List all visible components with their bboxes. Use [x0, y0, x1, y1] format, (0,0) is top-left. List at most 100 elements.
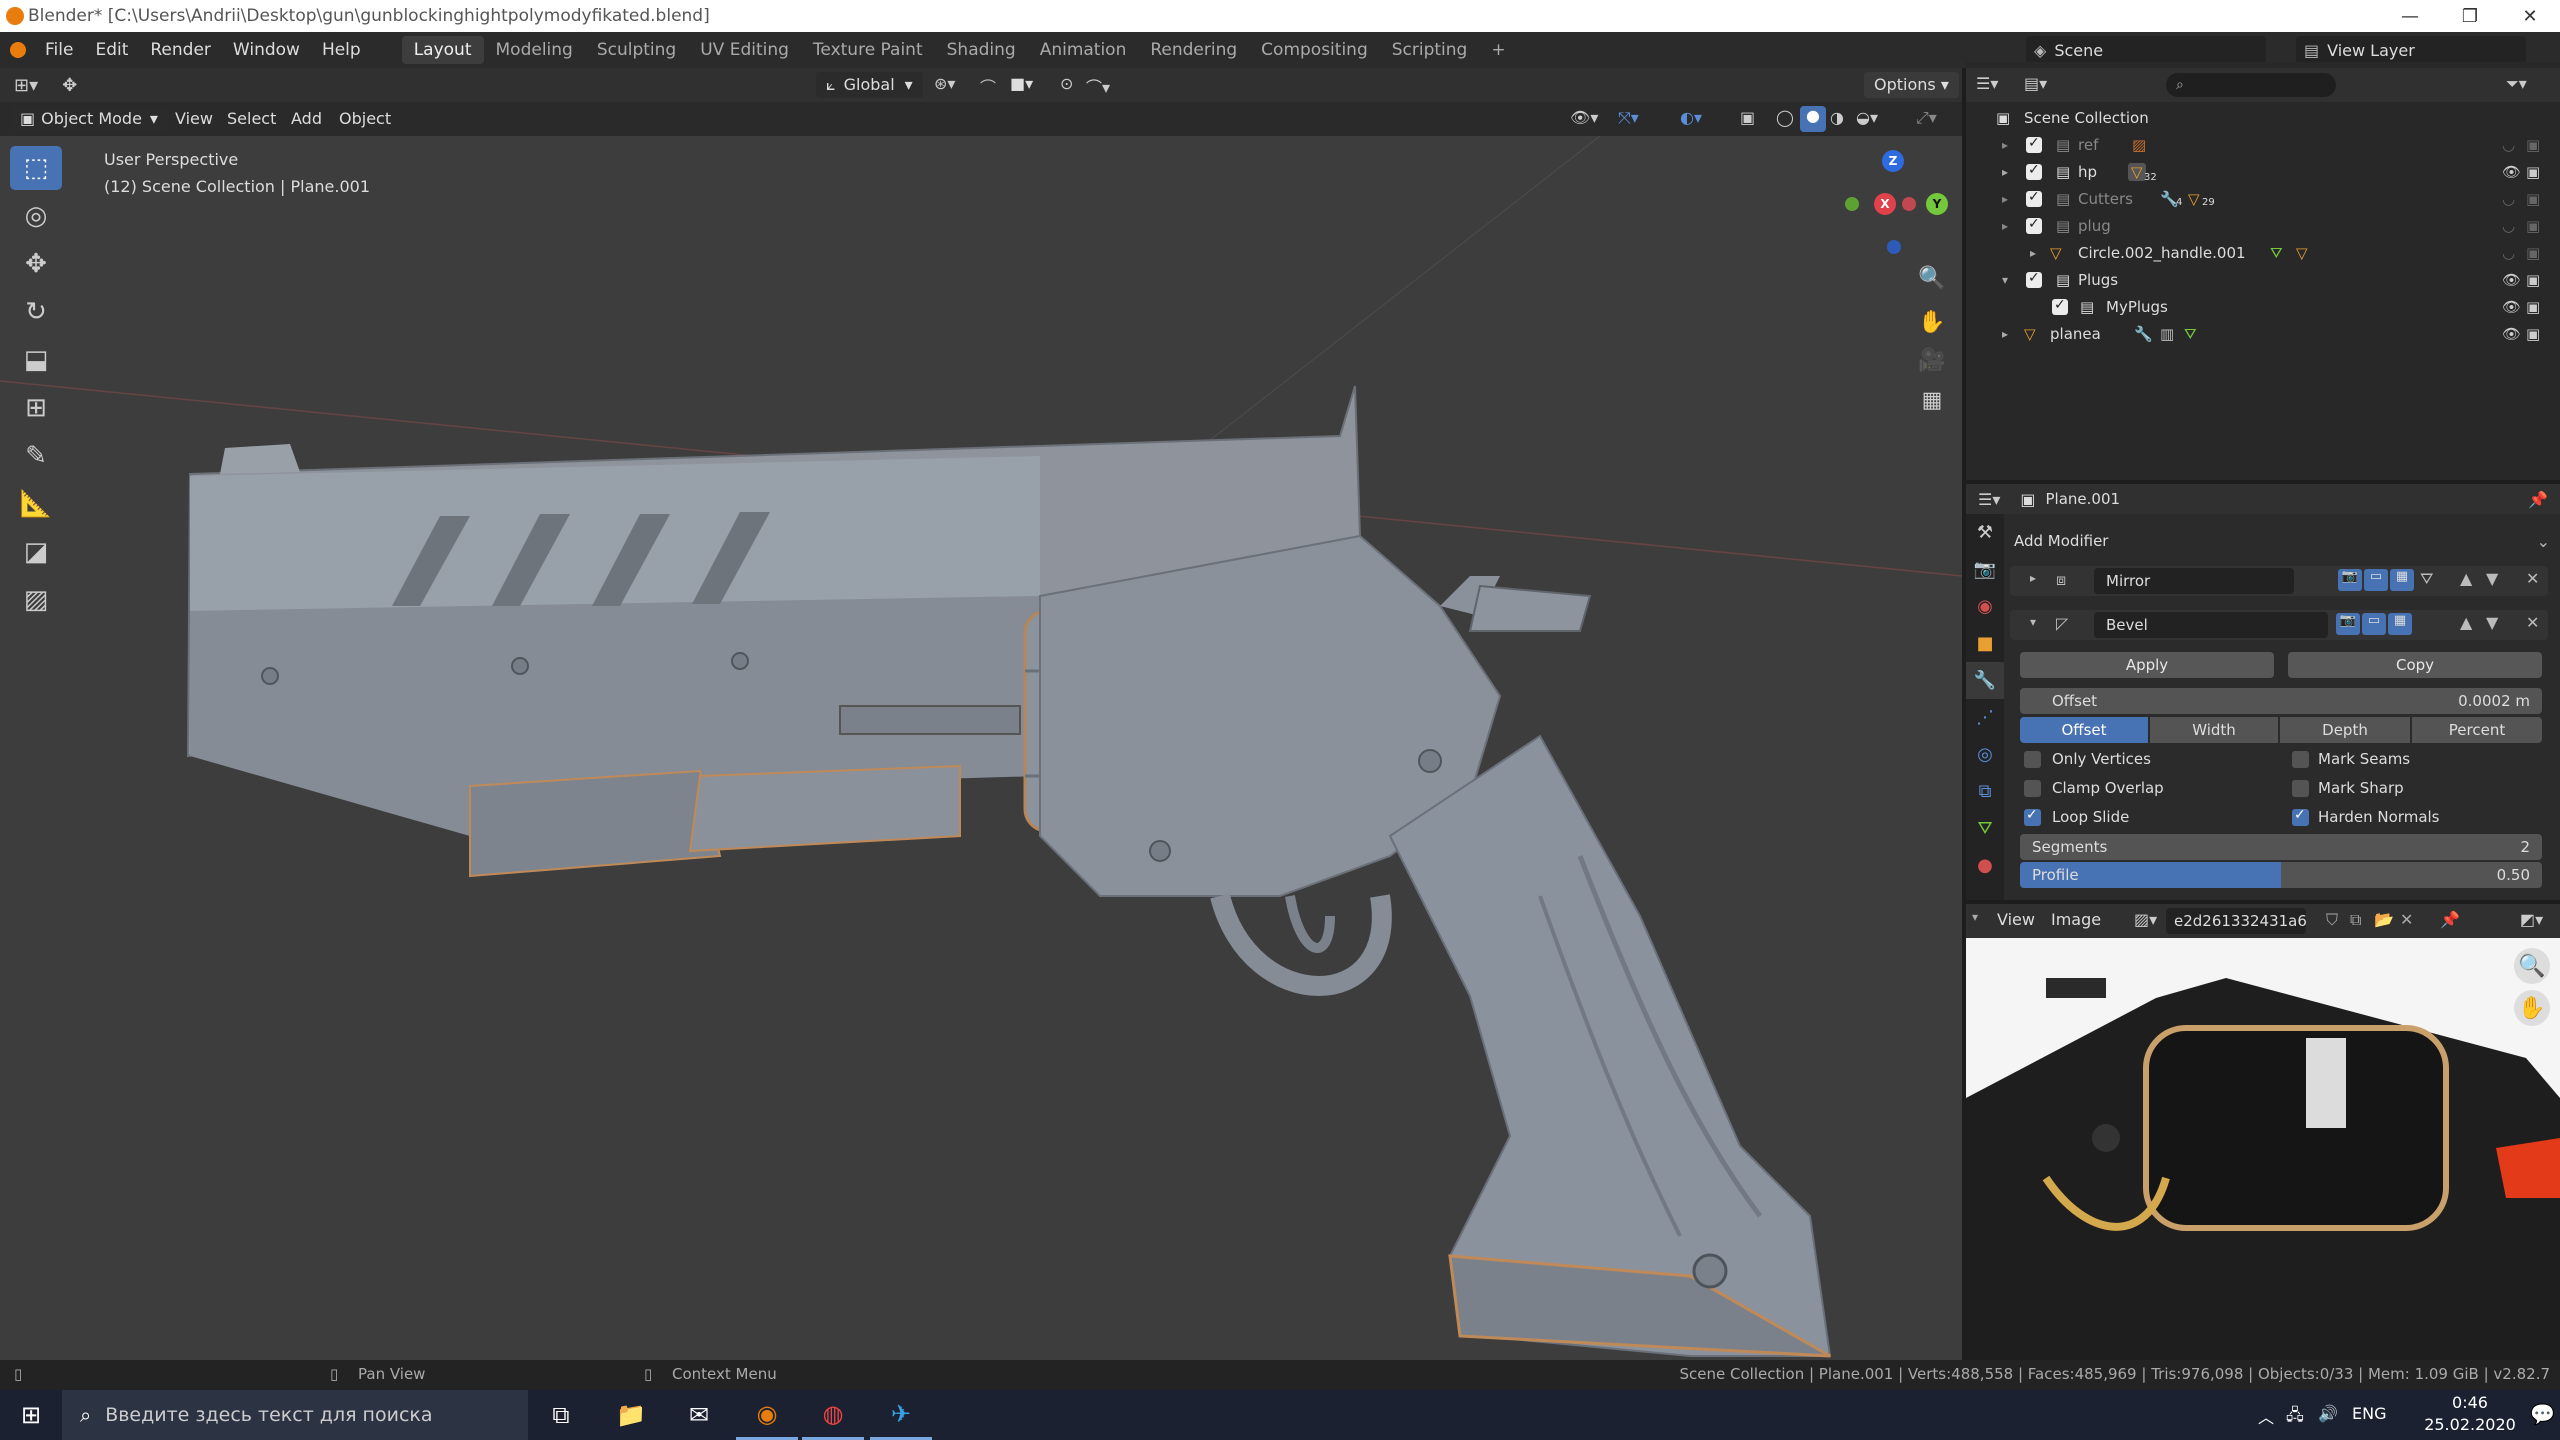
- menu-window[interactable]: Window: [222, 36, 311, 64]
- expand-icon[interactable]: ▸: [2002, 219, 2008, 233]
- editor-type-icon[interactable]: ⊞▾: [14, 75, 38, 96]
- unlink-image-icon[interactable]: ✕: [2400, 910, 2413, 929]
- notifications-icon[interactable]: 💬: [2530, 1402, 2555, 1426]
- cage-toggle-icon[interactable]: ⛛: [2420, 569, 2433, 589]
- neg-y-axis-gizmo[interactable]: [1845, 197, 1859, 211]
- profile-slider[interactable]: Profile 0.50: [2020, 862, 2542, 888]
- editor-options-icon[interactable]: ⤢▾: [1916, 108, 1937, 128]
- pan-hand-icon[interactable]: ✋: [1912, 302, 1952, 342]
- offset-field[interactable]: Offset 0.0002 m: [2020, 688, 2542, 714]
- collapse-icon[interactable]: ▾: [1972, 910, 1978, 924]
- outliner-item-planea[interactable]: ▸ ▽ planea 🔧 ▥ ⛛ 👁 ▣: [1966, 320, 2560, 347]
- workspace-tab-animation[interactable]: Animation: [1028, 36, 1139, 64]
- pin-icon[interactable]: 📌: [2440, 910, 2460, 929]
- data-tab-icon[interactable]: ⛛: [1966, 810, 2004, 847]
- expand-icon[interactable]: ▸: [2002, 138, 2008, 152]
- mirror-name-field[interactable]: Mirror: [2094, 568, 2294, 594]
- scale-tool-icon[interactable]: ⬓: [10, 338, 62, 382]
- new-image-icon[interactable]: ⧉: [2350, 910, 2361, 930]
- menu-file[interactable]: File: [34, 36, 84, 64]
- expand-icon[interactable]: ▸: [2002, 327, 2008, 341]
- mode-dropdown[interactable]: ▣ Object Mode ▾: [10, 106, 168, 132]
- minimize-button[interactable]: —: [2380, 0, 2440, 32]
- properties-editor-icon[interactable]: ☰▾: [1978, 490, 2000, 509]
- pivot-point-icon[interactable]: ⊛▾: [934, 74, 955, 93]
- neg-x-axis-gizmo[interactable]: [1902, 197, 1916, 211]
- width-type-percent[interactable]: Percent: [2412, 717, 2542, 743]
- menu-view[interactable]: View: [164, 105, 224, 133]
- exclude-checkbox[interactable]: [2052, 297, 2068, 315]
- visibility-icon[interactable]: 👁: [2502, 163, 2521, 181]
- menu-view[interactable]: View: [1986, 906, 2046, 934]
- move-tool-icon[interactable]: ✥: [10, 242, 62, 286]
- remove-modifier-icon[interactable]: ✕: [2526, 569, 2539, 588]
- move-down-icon[interactable]: ▼: [2486, 569, 2498, 588]
- reference-image[interactable]: 🔍 ✋: [1966, 938, 2560, 1360]
- segments-field[interactable]: Segments 2: [2020, 834, 2542, 860]
- exclude-checkbox[interactable]: [2026, 270, 2042, 288]
- visibility-icon[interactable]: 👁: [2502, 298, 2521, 316]
- render-camera-icon[interactable]: ▣: [2526, 217, 2540, 235]
- constraints-tab-icon[interactable]: ⧉: [1966, 773, 2004, 810]
- shading-wireframe-icon[interactable]: ◯: [1776, 108, 1794, 127]
- outliner-item-ref[interactable]: ▸ ▤ ref ▨ ◡ ▣: [1966, 131, 2560, 158]
- extra-tool-icon[interactable]: ▨: [10, 578, 62, 622]
- width-type-offset[interactable]: Offset: [2020, 717, 2148, 743]
- render-camera-icon[interactable]: ▣: [2526, 325, 2540, 343]
- falloff-icon[interactable]: ⌒▾: [1086, 74, 1110, 98]
- measure-tool-icon[interactable]: 📐: [10, 482, 62, 526]
- annotate-tool-icon[interactable]: ✎: [10, 434, 62, 478]
- workspace-tab-texture-paint[interactable]: Texture Paint: [801, 36, 935, 64]
- network-icon[interactable]: 🖧: [2286, 1404, 2304, 1431]
- pan-hand-icon[interactable]: ✋: [2514, 990, 2550, 1026]
- visibility-icon[interactable]: ◡: [2502, 136, 2515, 154]
- render-camera-icon[interactable]: ▣: [2526, 271, 2540, 289]
- select-box-tool-icon[interactable]: ⬚: [10, 146, 62, 190]
- particles-tab-icon[interactable]: ⋰: [1966, 699, 2004, 736]
- telegram-icon[interactable]: ✈: [870, 1390, 932, 1440]
- editmode-toggle-icon[interactable]: ▦: [2388, 613, 2412, 635]
- workspace-tab-shading[interactable]: Shading: [935, 36, 1028, 64]
- outliner-item-cutters[interactable]: ▸ ▤ Cutters 🔧 4 ▽ 29 ◡ ▣: [1966, 185, 2560, 212]
- expand-icon[interactable]: ▸: [2030, 246, 2036, 260]
- task-view-icon[interactable]: ⧉: [530, 1390, 592, 1440]
- remove-modifier-icon[interactable]: ✕: [2526, 613, 2539, 632]
- rotate-tool-icon[interactable]: ↻: [10, 290, 62, 334]
- render-camera-icon[interactable]: ▣: [2526, 298, 2540, 316]
- zoom-icon[interactable]: 🔍: [2514, 948, 2550, 984]
- visibility-icon[interactable]: ◡: [2502, 217, 2515, 235]
- outliner-item-circle-handle[interactable]: ▸ ▽ Circle.002_handle.001 ⛛ ▽ ◡ ▣: [1966, 239, 2560, 266]
- overlay-toggle-icon[interactable]: ◐▾: [1680, 108, 1702, 127]
- add-cube-tool-icon[interactable]: ◪: [10, 530, 62, 574]
- loop-slide-checkbox[interactable]: [2024, 807, 2041, 826]
- display-mode-icon[interactable]: ▤▾: [2024, 74, 2047, 93]
- render-tab-icon[interactable]: 📷: [1966, 551, 2004, 588]
- transform-tool-icon[interactable]: ✥: [62, 75, 77, 96]
- object-tab-icon[interactable]: ■: [1966, 625, 2004, 662]
- workspace-tab-rendering[interactable]: Rendering: [1138, 36, 1249, 64]
- workspace-tab-layout[interactable]: Layout: [401, 36, 484, 64]
- chrome-icon[interactable]: ◍: [802, 1390, 864, 1440]
- render-toggle-icon[interactable]: 📷: [2338, 569, 2362, 591]
- workspace-tab-modeling[interactable]: Modeling: [484, 36, 585, 64]
- bevel-name-field[interactable]: Bevel: [2094, 612, 2328, 638]
- gizmo-toggle-icon[interactable]: ⤧▾: [1618, 108, 1639, 128]
- cursor-tool-icon[interactable]: ◎: [10, 194, 62, 238]
- tool-tab-icon[interactable]: ⚒: [1966, 514, 2004, 551]
- pin-icon[interactable]: 📌: [2528, 490, 2548, 509]
- shading-material-icon[interactable]: ◑: [1830, 108, 1844, 127]
- copy-button[interactable]: Copy: [2288, 652, 2542, 678]
- render-camera-icon[interactable]: ▣: [2526, 136, 2540, 154]
- collapse-icon[interactable]: ▾: [2030, 615, 2036, 629]
- view-layer-selector[interactable]: ▤ View Layer: [2296, 36, 2526, 64]
- volume-icon[interactable]: 🔊: [2318, 1404, 2338, 1423]
- z-axis-gizmo[interactable]: Z: [1882, 150, 1904, 172]
- outliner-search-input[interactable]: ⌕: [2166, 73, 2336, 97]
- proportional-edit-icon[interactable]: ⊙: [1060, 74, 1073, 93]
- snap-icon[interactable]: ⌒: [980, 74, 996, 98]
- outliner-root-row[interactable]: ▣ Scene Collection: [1966, 104, 2560, 131]
- image-name-field[interactable]: e2d261332431a64..: [2166, 908, 2306, 934]
- windows-start-icon[interactable]: ⊞: [0, 1390, 62, 1440]
- menu-object[interactable]: Object: [328, 105, 402, 133]
- outliner-item-hp[interactable]: ▸ ▤ hp ▽ 32 👁 ▣: [1966, 158, 2560, 185]
